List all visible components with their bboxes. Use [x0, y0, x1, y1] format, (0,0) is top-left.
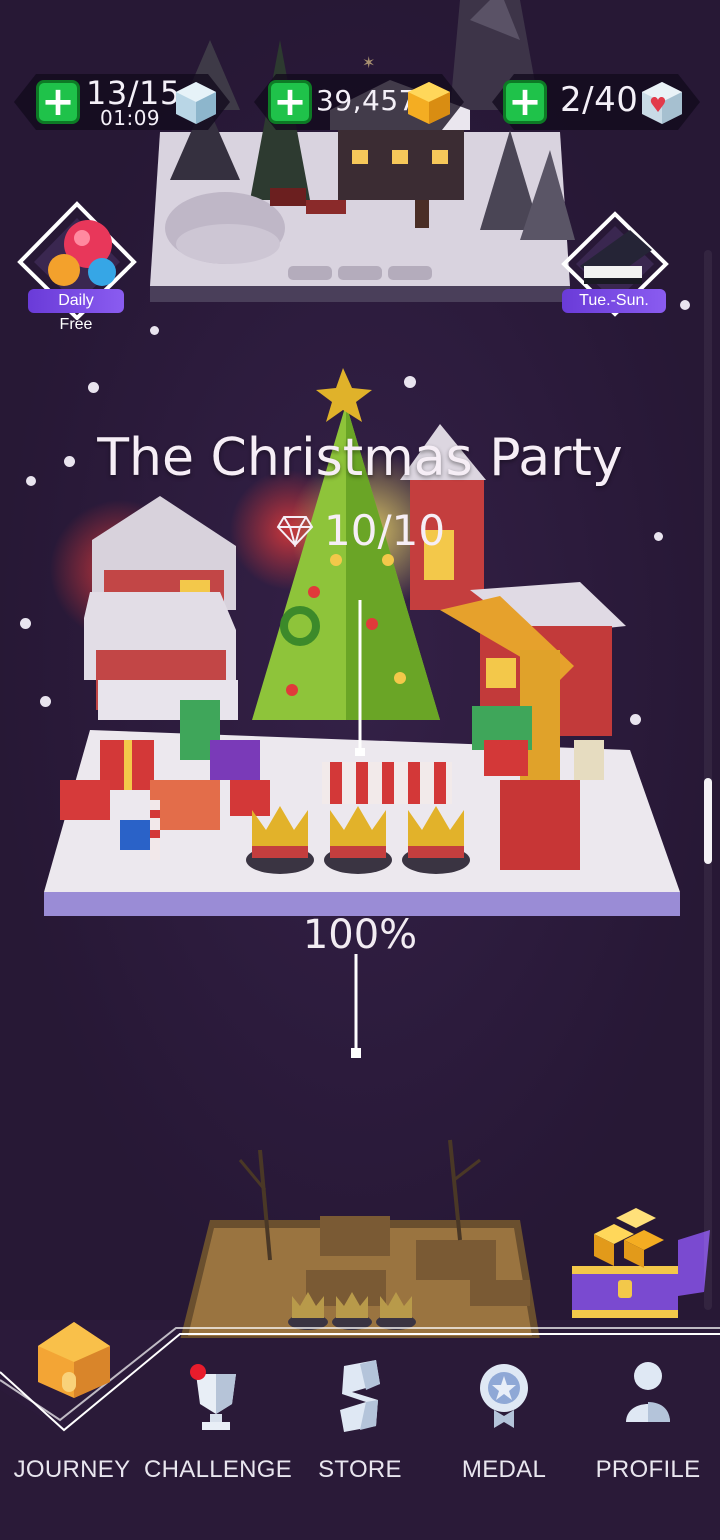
scrollbar-thumb[interactable] — [704, 778, 712, 864]
diamond-outline-icon — [276, 515, 314, 547]
store-s-icon — [340, 1360, 380, 1432]
nav-challenge-label: CHALLENGE — [144, 1456, 293, 1483]
nav-medal-label: MEDAL — [461, 1456, 547, 1483]
scrollbar[interactable] — [704, 250, 712, 1310]
nav-medal[interactable]: MEDAL — [432, 1348, 576, 1498]
snowflake — [150, 326, 159, 335]
level-progress-text: 100% — [302, 912, 418, 958]
diamond-cube-icon — [176, 82, 216, 124]
snowflake — [20, 618, 31, 629]
svg-text:✶: ✶ — [362, 53, 375, 72]
crowns — [246, 806, 470, 874]
coins-count: 39,457 — [316, 84, 417, 117]
game-screen: ✶ + 13/15 01:09 + 39,457 + 2/40 Daily Fr… — [0, 0, 720, 1540]
path-connector — [351, 954, 361, 1058]
heart-cube-icon — [642, 82, 682, 124]
daily-free-label[interactable]: Daily Free — [28, 289, 124, 333]
add-coins-button[interactable]: + — [268, 80, 312, 124]
snowflake — [40, 696, 51, 707]
bottom-navigation: JOURNEY CHALLENGE STORE MEDAL PROFILE — [0, 1320, 720, 1540]
snowflake — [680, 300, 690, 310]
nav-store[interactable]: STORE — [288, 1348, 432, 1498]
next-level-scene[interactable] — [170, 1130, 590, 1350]
level-gems-counter: 10/10 — [276, 506, 445, 555]
snowflake — [88, 382, 99, 393]
snowflake — [64, 456, 75, 467]
gold-cube-icon — [408, 82, 450, 124]
medal-icon — [480, 1364, 528, 1428]
nav-journey[interactable]: JOURNEY — [0, 1322, 144, 1498]
add-gems-button[interactable]: + — [36, 80, 80, 124]
piano-schedule-label[interactable]: Tue.-Sun. — [562, 289, 666, 313]
snowflake — [654, 532, 663, 541]
snowflake — [26, 476, 36, 486]
level-gems-value: 10/10 — [324, 506, 446, 555]
level-title: The Christmas Party — [97, 428, 623, 488]
trophy-icon — [190, 1364, 236, 1430]
treasure-chest-icon[interactable] — [564, 1196, 714, 1326]
nav-journey-label: JOURNEY — [13, 1456, 131, 1483]
nav-profile[interactable]: PROFILE — [576, 1348, 720, 1498]
gems-timer: 01:09 — [100, 106, 161, 130]
house-icon — [38, 1322, 110, 1398]
nav-store-label: STORE — [318, 1456, 402, 1483]
profile-icon — [626, 1362, 670, 1422]
hearts-count: 2/40 — [560, 80, 639, 120]
nav-challenge[interactable]: CHALLENGE — [144, 1348, 293, 1498]
snowflake — [404, 376, 416, 388]
snowflake — [630, 714, 641, 725]
nav-profile-label: PROFILE — [595, 1456, 701, 1483]
add-hearts-button[interactable]: + — [503, 80, 547, 124]
